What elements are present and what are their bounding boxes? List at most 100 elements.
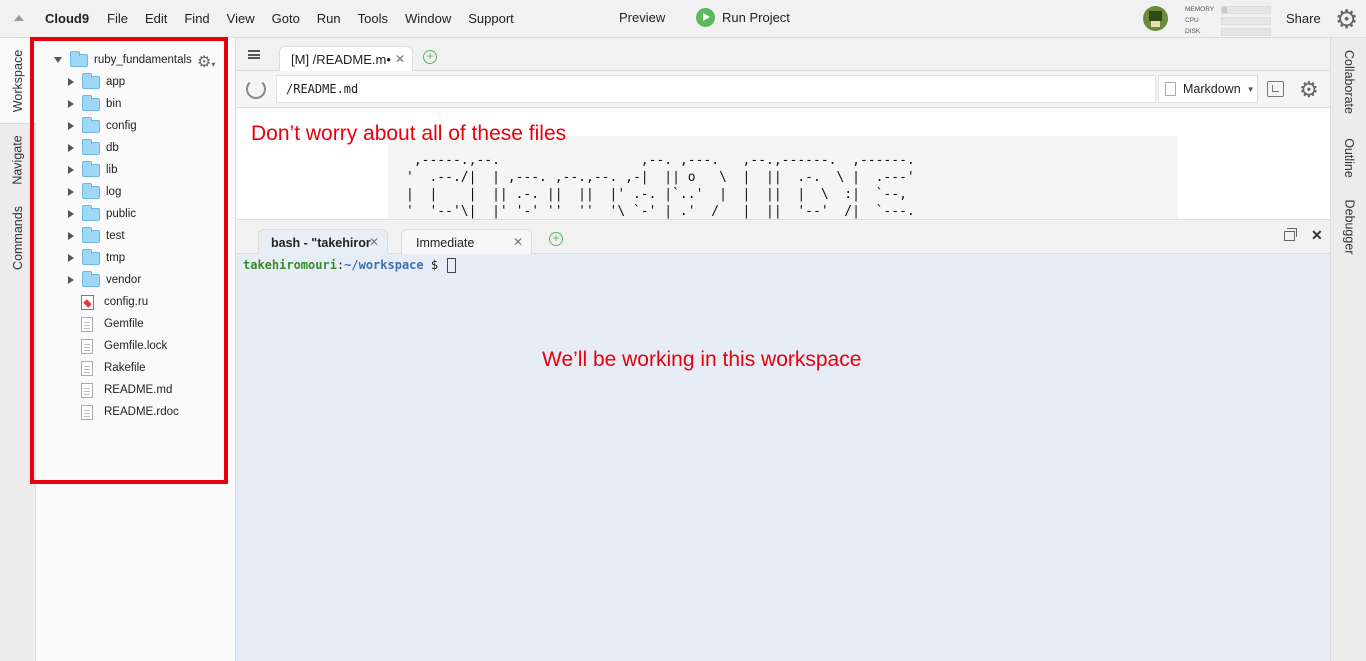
folder-icon (82, 182, 100, 199)
editor-tab-bar: [M] /README.m• ✕ + (236, 38, 1330, 72)
close-icon[interactable]: ✕ (513, 235, 523, 249)
ascii-art-block: ,-----.,--. ,--. ,---. ,--.,------. ,---… (388, 136, 1178, 219)
close-icon[interactable]: ✕ (395, 52, 405, 66)
cloud9-menu[interactable]: Cloud9 (45, 11, 89, 26)
tree-settings-icon[interactable]: ⚙▾ (197, 52, 215, 72)
collapsed-arrow-icon[interactable] (68, 188, 74, 196)
menu-window[interactable]: Window (405, 11, 451, 26)
restore-panel-icon[interactable] (1284, 228, 1297, 241)
folder-icon (82, 94, 100, 111)
tree-file[interactable]: Gemfile (78, 313, 144, 335)
main-menu: File Edit Find View Goto Run Tools Windo… (107, 11, 531, 26)
close-panel-icon[interactable]: ✕ (1311, 227, 1323, 244)
mode-label: Markdown (1183, 82, 1241, 96)
disk-meter: DISK (1185, 26, 1273, 37)
collapse-menubar-icon[interactable] (14, 15, 24, 21)
collapsed-arrow-icon[interactable] (68, 144, 74, 152)
collapsed-arrow-icon[interactable] (68, 210, 74, 218)
tree-folder[interactable]: vendor (68, 269, 141, 291)
run-project-button[interactable]: Run Project (696, 8, 790, 27)
add-tab-icon[interactable]: + (423, 50, 437, 64)
tree-file[interactable]: Rakefile (78, 357, 146, 379)
disk-label: DISK (1185, 28, 1201, 35)
menu-goto[interactable]: Goto (272, 11, 300, 26)
refresh-icon[interactable] (246, 79, 266, 99)
tree-folder[interactable]: log (68, 181, 121, 203)
user-avatar[interactable] (1143, 6, 1168, 31)
tab-debugger[interactable]: Debugger (1331, 190, 1366, 264)
gear-icon[interactable]: ⚙ (1335, 6, 1361, 32)
folder-icon (82, 72, 100, 89)
tree-folder[interactable]: db (68, 137, 119, 159)
tab-navigate[interactable]: Navigate (0, 126, 36, 194)
terminal-prompt: takehiromouri:~/workspace $ (243, 257, 457, 273)
preview-settings-icon[interactable]: ⚙ (1299, 77, 1319, 103)
markdown-mode-select[interactable]: Markdown ▼ (1158, 75, 1258, 103)
collapsed-arrow-icon[interactable] (68, 276, 74, 284)
tree-folder[interactable]: config (68, 115, 137, 137)
right-panel-tabs: Collaborate Outline Debugger (1330, 38, 1366, 661)
menu-edit[interactable]: Edit (145, 11, 167, 26)
file-icon (81, 404, 93, 420)
folder-icon (82, 204, 100, 221)
tab-immediate[interactable]: Immediate ✕ (401, 229, 532, 255)
resource-meters[interactable]: MEMORY CPU DISK (1185, 4, 1273, 37)
expanded-arrow-icon[interactable] (54, 57, 62, 63)
add-terminal-icon[interactable]: + (549, 232, 563, 246)
tab-bash[interactable]: bash - "takehiror ✕ (258, 229, 388, 255)
file-tree: ruby_fundamentals ⚙▾ app bin config db l… (36, 38, 236, 661)
tree-root[interactable]: ruby_fundamentals (54, 49, 192, 71)
file-icon (81, 382, 93, 398)
tab-workspace[interactable]: Workspace (0, 38, 36, 124)
tab-immediate-label: Immediate (416, 235, 475, 250)
menu-find[interactable]: Find (184, 11, 209, 26)
file-path-field[interactable]: /README.md (276, 75, 1156, 103)
tree-file[interactable]: README.md (78, 379, 172, 401)
folder-icon (82, 226, 100, 243)
menu-tools[interactable]: Tools (358, 11, 388, 26)
tree-file[interactable]: config.ru (78, 291, 148, 313)
menu-view[interactable]: View (227, 11, 255, 26)
collapsed-arrow-icon[interactable] (68, 232, 74, 240)
collapsed-arrow-icon[interactable] (68, 122, 74, 130)
popout-icon[interactable] (1267, 81, 1284, 97)
cpu-label: CPU (1185, 17, 1199, 24)
tab-collaborate[interactable]: Collaborate (1331, 38, 1366, 126)
document-icon (1165, 82, 1176, 96)
editor-toolbar: /README.md Markdown ▼ ⚙ (236, 71, 1330, 108)
prompt-dollar: $ (423, 258, 446, 272)
tree-file[interactable]: README.rdoc (78, 401, 179, 423)
tree-folder[interactable]: bin (68, 93, 121, 115)
collapsed-arrow-icon[interactable] (68, 254, 74, 262)
menu-support[interactable]: Support (468, 11, 514, 26)
collapsed-arrow-icon[interactable] (68, 100, 74, 108)
prompt-directory: ~/workspace (344, 258, 424, 272)
left-panel-tabs: Workspace Navigate Commands (0, 38, 36, 661)
play-icon (696, 8, 715, 27)
ruby-file-icon (81, 294, 94, 310)
tree-folder[interactable]: public (68, 203, 136, 225)
close-icon[interactable]: ✕ (369, 235, 379, 249)
collapsed-arrow-icon[interactable] (68, 166, 74, 174)
prompt-user: takehiromouri (243, 258, 337, 272)
tab-readme[interactable]: [M] /README.m• ✕ (279, 46, 413, 72)
menu-file[interactable]: File (107, 11, 128, 26)
tree-folder[interactable]: tmp (68, 247, 125, 269)
chevron-down-icon: ▼ (1246, 84, 1255, 94)
memory-meter: MEMORY (1185, 4, 1273, 15)
markdown-preview: ,-----.,--. ,--. ,---. ,--.,------. ,---… (236, 108, 1330, 220)
preview-button[interactable]: Preview (619, 10, 665, 25)
tab-outline[interactable]: Outline (1331, 130, 1366, 186)
share-button[interactable]: Share (1286, 11, 1321, 26)
tab-commands[interactable]: Commands (0, 198, 36, 278)
collapsed-arrow-icon[interactable] (68, 78, 74, 86)
tree-folder[interactable]: app (68, 71, 125, 93)
tree-folder[interactable]: lib (68, 159, 118, 181)
tree-folder[interactable]: test (68, 225, 125, 247)
tree-file[interactable]: Gemfile.lock (78, 335, 167, 357)
tab-list-icon[interactable] (248, 50, 260, 59)
terminal-cursor (447, 258, 457, 273)
terminal-pane[interactable]: takehiromouri:~/workspace $ We’ll be wor… (236, 254, 1330, 661)
menubar: Cloud9 File Edit Find View Goto Run Tool… (0, 0, 1366, 38)
menu-run[interactable]: Run (317, 11, 341, 26)
